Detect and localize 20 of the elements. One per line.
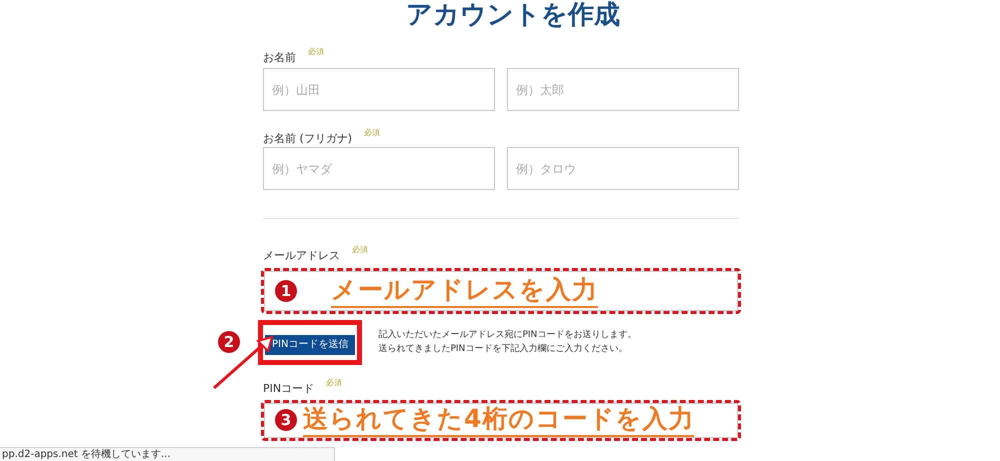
number-badge: 2 bbox=[218, 331, 240, 354]
input-field[interactable]: 例）ヤマダ bbox=[263, 147, 495, 190]
field-label: お名前 (フリガナ) bbox=[263, 131, 352, 147]
required-mark: 必須 bbox=[326, 376, 342, 388]
required-mark: 必須 bbox=[364, 127, 380, 139]
required-mark: 必須 bbox=[308, 46, 324, 58]
page-title: アカウントを作成 bbox=[405, 0, 621, 30]
status-bar: pp.d2-apps.net を待機しています... bbox=[0, 447, 335, 461]
field-label: メールアドレス bbox=[263, 248, 340, 264]
help-text: 送られてきましたPINコードを下記入力欄にご入力ください。 bbox=[378, 342, 628, 356]
input-field[interactable]: 例）山田 bbox=[263, 68, 495, 111]
annotation-text: メールアドレスを入力 bbox=[331, 274, 598, 308]
field-label: PINコード bbox=[263, 380, 314, 396]
field-label: お名前 bbox=[263, 50, 296, 66]
annotation-text: 送られてきた4桁のコードを入力 bbox=[303, 403, 694, 437]
required-mark: 必須 bbox=[352, 244, 368, 256]
input-field[interactable]: 例）太郎 bbox=[507, 68, 739, 111]
send-pin-button[interactable]: PINコードを送信 bbox=[265, 334, 356, 354]
input-field[interactable]: 例）タロウ bbox=[507, 147, 739, 190]
help-text: 記入いただいたメールアドレス宛にPINコードをお送りします。 bbox=[378, 328, 636, 342]
